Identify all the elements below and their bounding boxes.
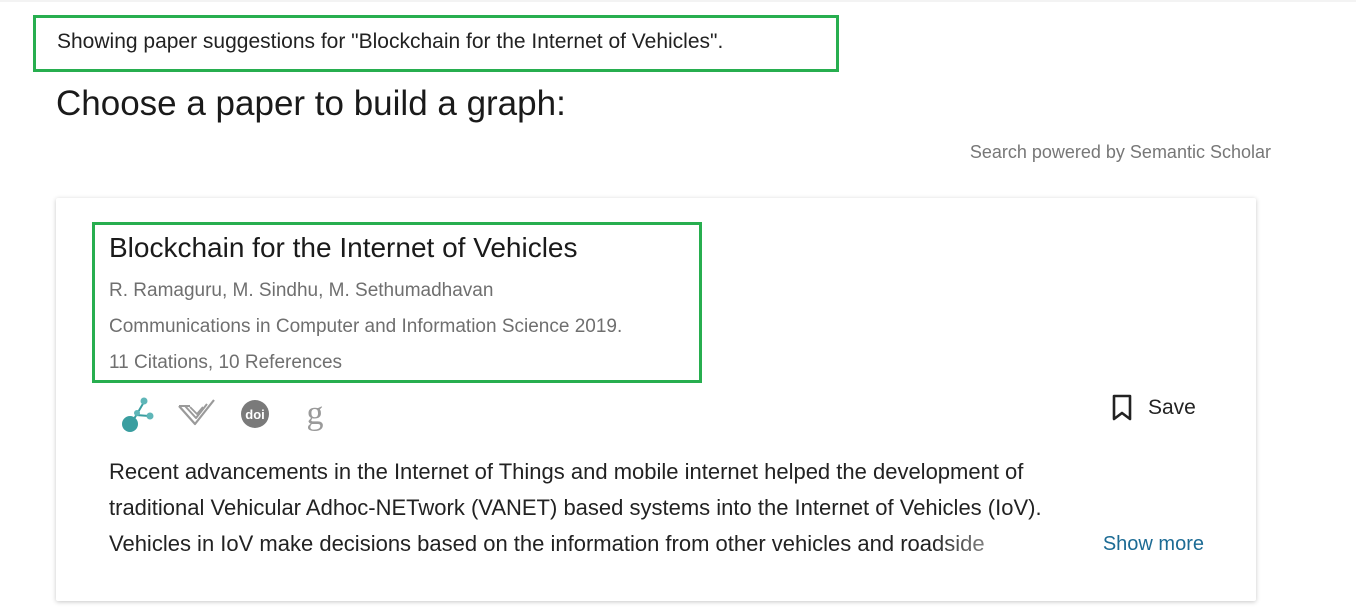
doi-icon[interactable]: doi xyxy=(236,394,276,434)
google-scholar-icon-label: g xyxy=(307,395,324,432)
bookmark-icon xyxy=(1112,394,1132,421)
doi-icon-label: doi xyxy=(245,407,265,422)
top-edge xyxy=(0,0,1356,2)
save-button[interactable]: Save xyxy=(1110,392,1196,424)
paper-card[interactable]: Blockchain for the Internet of Vehicles … xyxy=(56,198,1256,601)
page-heading: Choose a paper to build a graph: xyxy=(56,84,566,123)
paper-authors: R. Ramaguru, M. Sindhu, M. Sethumadhavan xyxy=(109,280,494,301)
connected-papers-icon[interactable] xyxy=(116,394,156,434)
save-label: Save xyxy=(1148,396,1196,419)
abstract-line: Recent advancements in the Internet of T… xyxy=(109,459,1024,484)
powered-by-text: Search powered by Semantic Scholar xyxy=(969,142,1271,162)
abstract-line: traditional Vehicular Adhoc-NETwork (VAN… xyxy=(109,495,1042,520)
abstract-line: Vehicles in IoV make decisions based on … xyxy=(109,531,985,556)
paper-citation-counts: 11 Citations, 10 References xyxy=(109,352,343,373)
paper-abstract: Recent advancements in the Internet of T… xyxy=(109,454,1209,562)
paper-venue-year: Communications in Computer and Informati… xyxy=(109,316,623,337)
google-scholar-icon[interactable]: g xyxy=(296,394,336,434)
semantic-scholar-icon[interactable] xyxy=(176,394,216,434)
suggestion-text: Showing paper suggestions for "Blockchai… xyxy=(57,30,724,53)
show-more-link[interactable]: Show more xyxy=(1103,533,1204,556)
paper-title[interactable]: Blockchain for the Internet of Vehicles xyxy=(109,232,578,264)
